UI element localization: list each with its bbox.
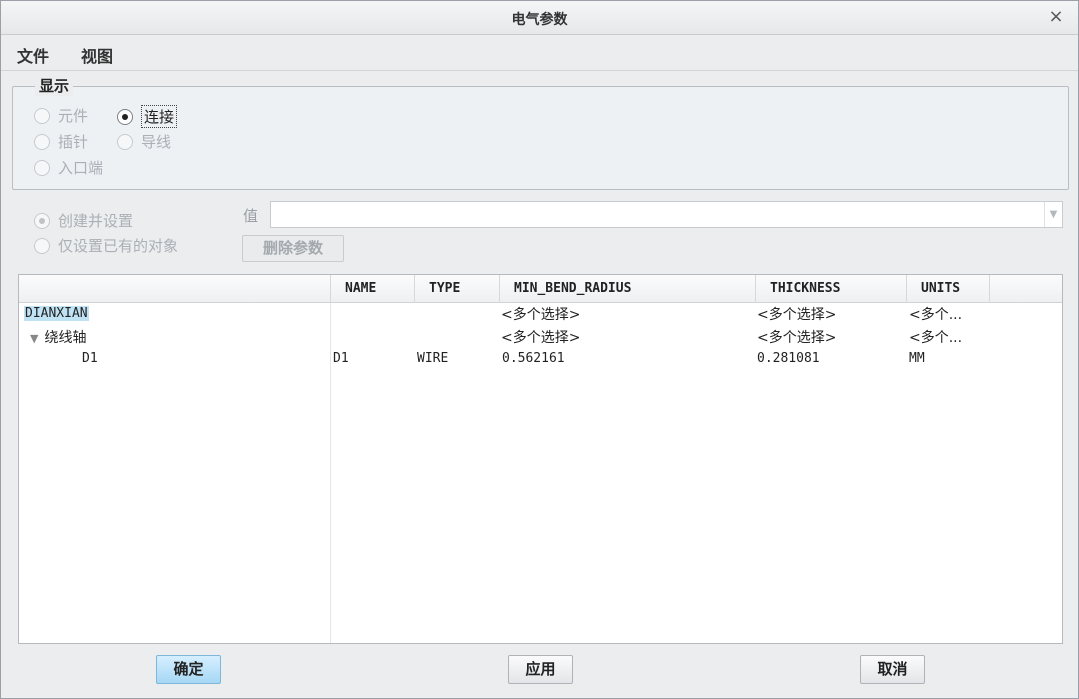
cell-units[interactable]: MM — [909, 351, 925, 366]
radio-entry-port-label: 入口端 — [58, 159, 104, 177]
radio-set-existing-only[interactable]: 仅设置已有的对象 — [34, 235, 178, 256]
radio-pin-label: 插针 — [58, 133, 89, 151]
value-label: 值 — [243, 207, 259, 225]
chevron-down-icon[interactable]: ▼ — [1044, 202, 1062, 227]
table-header: NAME TYPE MIN_BEND_RADIUS THICKNESS UNIT… — [19, 275, 1062, 303]
delete-parameter-button[interactable]: 删除参数 — [242, 235, 344, 262]
cancel-button[interactable]: 取消 — [860, 655, 925, 684]
cell-name[interactable]: D1 — [333, 351, 349, 366]
menu-file[interactable]: 文件 — [17, 43, 49, 67]
radio-component[interactable]: 元件 — [34, 105, 88, 126]
column-header-units[interactable]: UNITS — [906, 275, 990, 303]
menu-bar: 文件 视图 — [1, 35, 1078, 71]
radio-create-and-set-label: 创建并设置 — [58, 212, 134, 230]
electrical-parameters-dialog: 电气参数 × 文件 视图 显示 元件 连接 插针 导线 入口端 创建并设置 仅设… — [0, 0, 1079, 699]
tree-node-d1[interactable]: D1 — [82, 351, 98, 366]
radio-wire-label: 导线 — [141, 133, 172, 151]
radio-indicator — [117, 108, 133, 125]
cell-min-bend-radius[interactable]: 0.562161 — [502, 351, 565, 366]
radio-set-existing-only-label: 仅设置已有的对象 — [58, 237, 179, 255]
cell-units[interactable]: <多个... — [909, 304, 962, 324]
cell-min-bend-radius[interactable]: <多个选择> — [501, 327, 580, 347]
radio-wire[interactable]: 导线 — [117, 131, 171, 152]
radio-pin[interactable]: 插针 — [34, 131, 88, 152]
column-header-type[interactable]: TYPE — [414, 275, 499, 303]
table-row-tree[interactable]: ▼ 绕线轴 — [30, 327, 86, 347]
radio-entry-port[interactable]: 入口端 — [34, 157, 103, 178]
tree-node-spool: 绕线轴 — [44, 330, 87, 346]
ok-button[interactable]: 确定 — [156, 655, 221, 684]
title-bar: 电气参数 × — [1, 1, 1078, 35]
tree-node-dianxian: DIANXIAN — [24, 306, 89, 321]
radio-indicator — [117, 133, 133, 150]
column-header-name[interactable]: NAME — [330, 275, 414, 303]
radio-connection[interactable]: 连接 — [117, 105, 178, 128]
radio-indicator — [34, 212, 50, 229]
display-group-legend: 显示 — [35, 75, 74, 96]
radio-connection-label: 连接 — [141, 105, 178, 128]
cell-units[interactable]: <多个... — [909, 327, 962, 347]
column-header-thickness[interactable]: THICKNESS — [755, 275, 906, 303]
cell-thickness[interactable]: 0.281081 — [757, 351, 820, 366]
parameter-table: NAME TYPE MIN_BEND_RADIUS THICKNESS UNIT… — [18, 274, 1063, 644]
column-header-min-bend-radius[interactable]: MIN_BEND_RADIUS — [499, 275, 755, 303]
radio-indicator — [34, 237, 50, 254]
radio-indicator — [34, 159, 50, 176]
cell-thickness[interactable]: <多个选择> — [757, 327, 836, 347]
expand-arrow-icon[interactable]: ▼ — [30, 332, 38, 345]
close-icon[interactable]: × — [1046, 7, 1066, 27]
cell-thickness[interactable]: <多个选择> — [757, 304, 836, 324]
cell-type[interactable]: WIRE — [417, 351, 448, 366]
radio-indicator — [34, 133, 50, 150]
radio-indicator — [34, 107, 50, 124]
value-combobox[interactable]: ▼ — [270, 201, 1063, 228]
menu-view[interactable]: 视图 — [81, 43, 113, 67]
table-row-tree[interactable]: DIANXIAN — [24, 306, 89, 321]
column-divider — [330, 303, 331, 643]
display-group: 显示 元件 连接 插针 导线 入口端 — [12, 75, 1069, 190]
radio-create-and-set[interactable]: 创建并设置 — [34, 210, 133, 231]
apply-button[interactable]: 应用 — [508, 655, 573, 684]
window-title: 电气参数 — [511, 12, 568, 28]
cell-min-bend-radius[interactable]: <多个选择> — [501, 304, 580, 324]
radio-component-label: 元件 — [58, 107, 89, 125]
